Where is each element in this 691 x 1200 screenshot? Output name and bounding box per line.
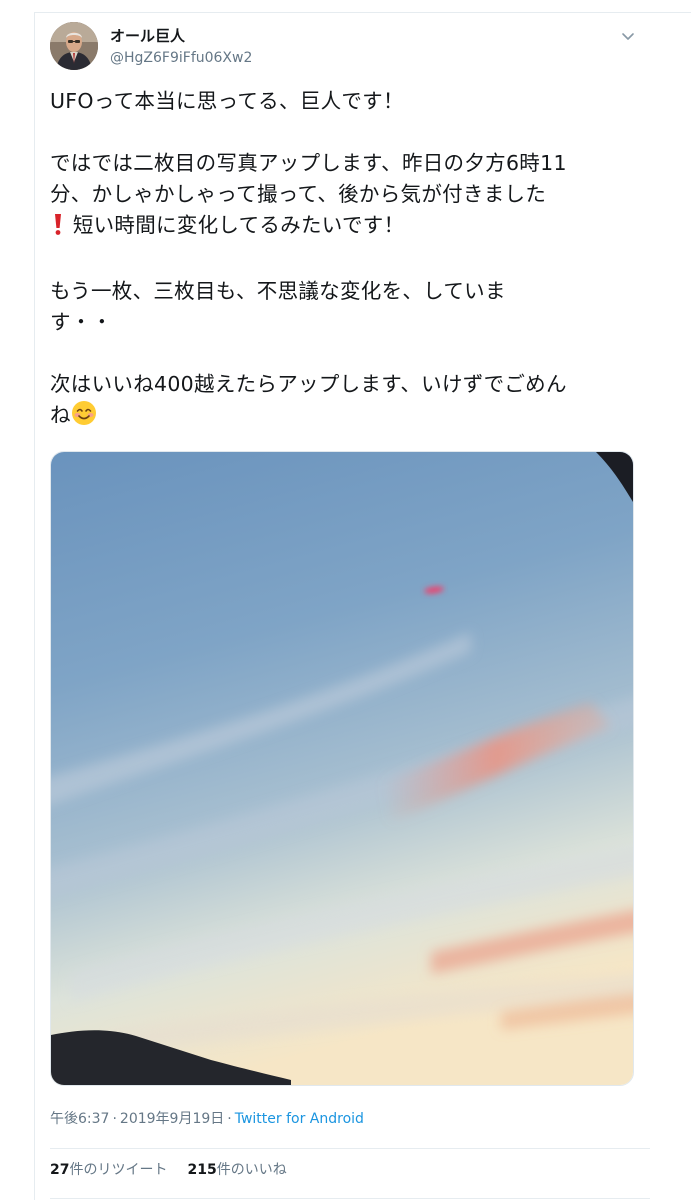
red-exclamation-icon: [50, 212, 66, 245]
author-name[interactable]: オール巨人: [110, 27, 185, 45]
likes-label: 件のいいね: [216, 1162, 287, 1178]
left-rule: [34, 12, 35, 1200]
tweet-line: UFOって本当に思ってる、巨人です！: [50, 89, 404, 113]
tweet-line: もう一枚、三枚目も、不思議な変化を、していま: [50, 279, 506, 303]
likes-stat[interactable]: 215件のいいね: [187, 1162, 286, 1178]
tweet-photo[interactable]: [50, 451, 634, 1086]
meta-separator: ·: [227, 1111, 232, 1127]
bottom-divider: [50, 1198, 650, 1199]
smiling-face-icon: [71, 400, 97, 435]
avatar[interactable]: [50, 22, 98, 70]
tweet-line: ではでは二枚目の写真アップします、昨日の夕方6時11: [50, 151, 567, 175]
tweet-date[interactable]: 2019年9月19日: [120, 1111, 224, 1127]
tweet-line-with-icon: ね: [50, 400, 650, 435]
retweets-label: 件のリツイート: [69, 1162, 168, 1178]
meta-separator: ·: [112, 1111, 117, 1127]
stats-divider: [50, 1148, 650, 1149]
tweet-line: ね: [50, 403, 71, 427]
tweet-line: 短い時間に変化してるみたいです！: [72, 213, 405, 237]
retweets-count: 27: [50, 1162, 70, 1178]
tweet-page: オール巨人 @HgZ6F9iFfu06Xw2 UFOって本当に思ってる、巨人です…: [0, 0, 691, 1200]
chevron-down-icon[interactable]: [618, 26, 638, 46]
tweet-meta: 午後6:37 · 2019年9月19日 · Twitter for Android: [50, 1110, 364, 1128]
retweets-stat[interactable]: 27件のリツイート: [50, 1162, 167, 1178]
tweet-line-with-icon: 短い時間に変化してるみたいです！: [50, 210, 650, 245]
tweet-line: 次はいいね400越えたらアップします、いけずでごめん: [50, 372, 567, 396]
tweet-stats: 27件のリツイート 215件のいいね: [50, 1161, 287, 1179]
tweet-line: す・・: [50, 310, 113, 334]
tweet-source-link[interactable]: Twitter for Android: [235, 1111, 364, 1127]
tweet: オール巨人 @HgZ6F9iFfu06Xw2 UFOって本当に思ってる、巨人です…: [50, 20, 650, 1199]
tweet-header: オール巨人 @HgZ6F9iFfu06Xw2: [50, 20, 650, 76]
author-handle[interactable]: @HgZ6F9iFfu06Xw2: [110, 49, 252, 67]
tweet-line: 分、かしゃかしゃって撮って、後から気が付きました: [50, 182, 547, 206]
top-divider: [34, 12, 691, 13]
tweet-text: UFOって本当に思ってる、巨人です！ ではでは二枚目の写真アップします、昨日の夕…: [50, 86, 650, 435]
tweet-time[interactable]: 午後6:37: [50, 1111, 109, 1127]
likes-count: 215: [187, 1162, 217, 1178]
